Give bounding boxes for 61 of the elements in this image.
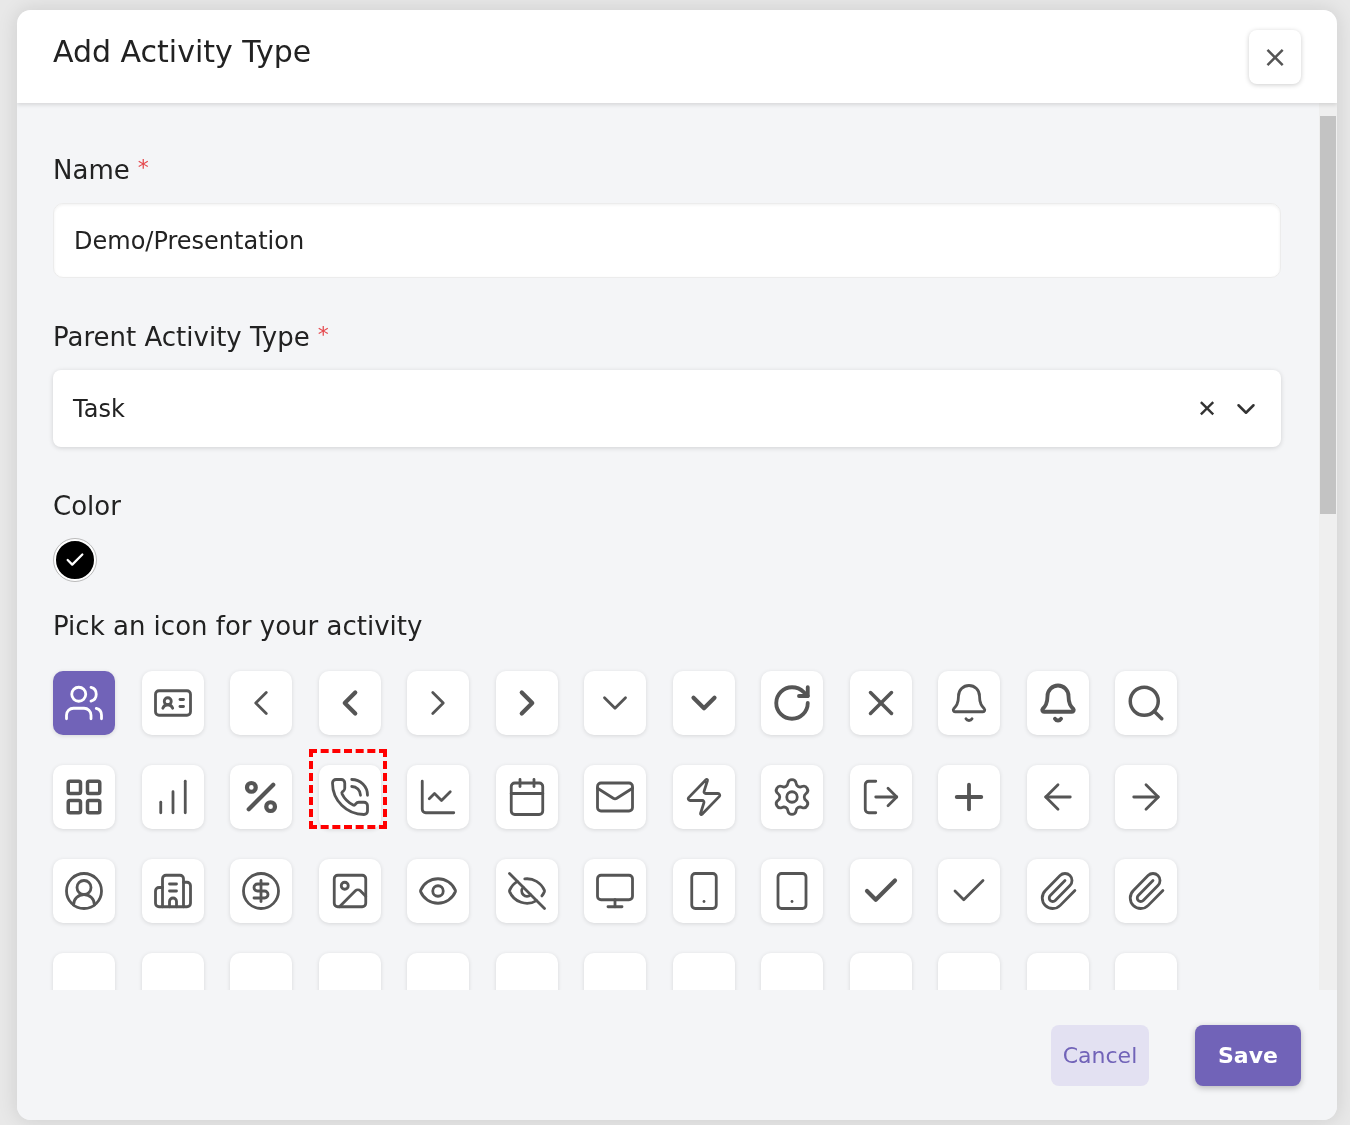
dollar-icon (240, 870, 282, 912)
icon-option[interactable] (672, 859, 735, 923)
icon-option[interactable] (761, 671, 823, 735)
required-mark: * (137, 155, 149, 180)
parent-type-select[interactable]: Task ✕ (53, 370, 1281, 447)
icon-option[interactable] (761, 859, 823, 923)
scrollbar[interactable] (1319, 103, 1337, 990)
required-mark: * (317, 322, 329, 347)
icon-option[interactable] (584, 671, 646, 735)
user-circle-icon (63, 870, 105, 912)
icon-option[interactable] (672, 671, 735, 735)
name-input-field[interactable]: Demo/Presentation (53, 203, 1281, 278)
icon-option[interactable] (1115, 765, 1177, 829)
icon-option[interactable] (584, 859, 646, 923)
eye-off-icon (505, 870, 548, 912)
close-button[interactable]: × (1249, 29, 1301, 84)
select-value: Task (73, 394, 126, 423)
color-swatch[interactable] (54, 539, 96, 581)
icon-option[interactable] (318, 671, 381, 735)
icon-option[interactable] (53, 765, 115, 829)
icon-option[interactable] (53, 859, 115, 923)
icon-option[interactable] (1115, 671, 1177, 735)
icon-option[interactable] (672, 765, 735, 829)
icon-option[interactable] (318, 765, 381, 829)
icon-option[interactable] (230, 859, 292, 923)
icon-option[interactable] (938, 765, 1000, 829)
save-button[interactable]: Save (1195, 1024, 1301, 1086)
dialog-title: Add Activity Type (53, 34, 312, 69)
icon-option[interactable] (495, 671, 558, 735)
icon-option[interactable] (141, 671, 204, 735)
icon-option[interactable] (407, 765, 469, 829)
icon-option[interactable] (141, 859, 204, 923)
field-label: Name (53, 155, 130, 185)
icon-option[interactable] (761, 765, 823, 829)
icon-option[interactable] (495, 765, 558, 829)
icon-option[interactable] (938, 671, 1000, 735)
icon-option[interactable] (495, 859, 558, 923)
icon-option[interactable] (407, 671, 469, 735)
icon-option[interactable] (230, 765, 292, 829)
icon-option[interactable] (849, 859, 912, 923)
icon-option[interactable] (849, 765, 912, 829)
field-label: Color (53, 491, 121, 521)
icon-option[interactable] (584, 765, 646, 829)
phone-icon (328, 776, 371, 818)
field-label: Parent Activity Type (53, 322, 310, 352)
icon-option[interactable] (318, 859, 381, 923)
icon-option[interactable] (53, 671, 115, 735)
icon-option[interactable] (1026, 671, 1089, 735)
scrollbar-thumb[interactable] (1320, 116, 1336, 514)
icon-option[interactable] (407, 859, 469, 923)
icon-option[interactable] (230, 671, 292, 735)
clear-button[interactable]: ✕ (1196, 394, 1217, 423)
section-label: Pick an icon for your activity (53, 611, 423, 641)
cancel-button[interactable]: Cancel (1051, 1024, 1149, 1086)
icon-option[interactable] (141, 765, 204, 829)
icon-option[interactable] (1026, 765, 1089, 829)
icon-option[interactable] (938, 859, 1000, 923)
icon-option[interactable] (1115, 859, 1177, 923)
icon-option[interactable] (1026, 859, 1089, 923)
icon-option[interactable] (849, 671, 912, 735)
rotate-icon (771, 682, 813, 724)
